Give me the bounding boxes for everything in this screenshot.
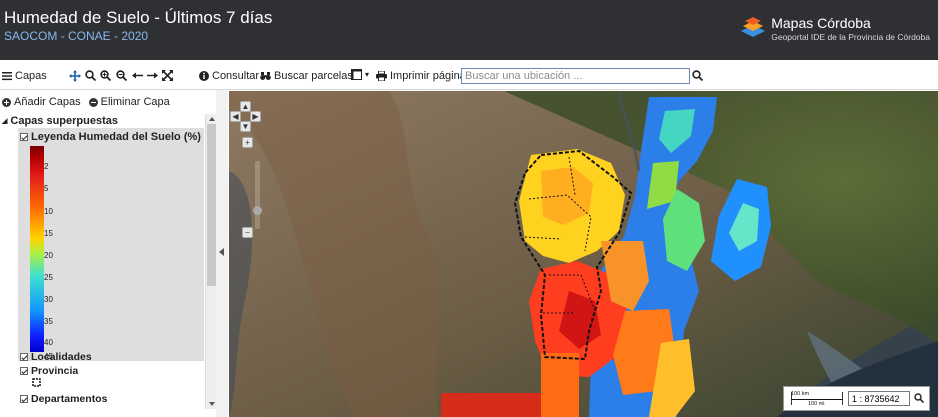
pan-icon[interactable]	[69, 70, 81, 82]
legend-tick: 40	[44, 338, 53, 347]
satellite-basemap	[229, 91, 938, 417]
buscar-parcelas-label: Buscar parcelas	[274, 70, 353, 82]
layer-departamentos[interactable]: Departamentos	[20, 393, 107, 405]
legend-tick: 10	[44, 207, 53, 216]
legend-tick: 30	[44, 295, 53, 304]
humedad-legend: Leyenda Humedad del Suelo (%) 2 5 10 15 …	[18, 128, 204, 361]
buscar-parcelas-button[interactable]: Buscar parcelas	[260, 70, 353, 82]
layers-sidebar: Añadir Capas Eliminar Capa ◢ Capas super…	[0, 90, 228, 417]
brand-logo-block[interactable]: Mapas Córdoba Geoportal IDE de la Provin…	[739, 10, 930, 46]
pan-up-button[interactable]: ▲	[240, 101, 251, 112]
overlay-group[interactable]: ◢ Capas superpuestas	[2, 115, 118, 127]
brand-logo-icon	[741, 17, 766, 37]
layer-localidades[interactable]: Localidades	[20, 351, 92, 363]
collapse-sidebar-icon[interactable]	[219, 248, 224, 256]
moisture-colorbar	[30, 146, 44, 352]
departamentos-label: Departamentos	[31, 393, 108, 405]
page-subtitle: SAOCOM - CONAE - 2020	[4, 29, 149, 43]
scale-mi-label: 100 mi	[808, 401, 825, 407]
minus-circle-icon	[88, 97, 98, 107]
legend-checkbox[interactable]	[20, 133, 28, 141]
scrollbar-thumb[interactable]	[207, 124, 216, 286]
brand-tagline: Geoportal IDE de la Provincia de Córdoba	[771, 31, 930, 42]
scale-widget: 100 km 100 mi	[783, 386, 930, 411]
sidebar-scrollbar[interactable]	[205, 114, 216, 409]
provincia-label: Provincia	[31, 365, 79, 377]
scale-bar-line	[791, 399, 843, 400]
imprimir-label: Imprimir página	[390, 70, 466, 82]
zoom-slider-knob[interactable]	[253, 206, 262, 215]
binoculars-icon	[260, 72, 271, 80]
layer-actions: Añadir Capas Eliminar Capa	[2, 96, 170, 108]
layers-menu-button[interactable]: Capas	[2, 70, 47, 82]
map-zoom-out-button[interactable]: −	[242, 227, 253, 238]
scroll-up-icon[interactable]	[209, 117, 215, 121]
app-header: Humedad de Suelo - Últimos 7 días SAOCOM…	[0, 0, 938, 60]
map-zoom-in-button[interactable]: +	[242, 137, 253, 148]
add-layers-button[interactable]: Añadir Capas	[2, 96, 81, 108]
add-layers-label: Añadir Capas	[14, 96, 81, 108]
imprimir-button[interactable]: Imprimir página	[376, 70, 466, 82]
legend-tick: 25	[44, 273, 53, 282]
remove-layer-label: Eliminar Capa	[100, 96, 170, 108]
localidades-checkbox[interactable]	[20, 353, 28, 361]
zoom-slider-track[interactable]	[255, 161, 260, 229]
layout-dropdown[interactable]: ▾	[351, 69, 369, 80]
location-search-input[interactable]	[461, 68, 690, 84]
legend-tick: 35	[44, 317, 53, 326]
legend-tick: 2	[44, 162, 49, 171]
zoom-search-icon[interactable]	[85, 70, 96, 81]
pan-down-button[interactable]: ▼	[240, 121, 251, 132]
legend-tick: 20	[44, 251, 53, 260]
overlay-group-label: Capas superpuestas	[10, 115, 118, 127]
full-extent-icon[interactable]	[162, 70, 173, 81]
scale-search-icon[interactable]	[914, 393, 924, 403]
hamburger-icon	[2, 72, 12, 81]
printer-icon	[376, 71, 387, 81]
pan-right-button[interactable]: ▶	[250, 111, 261, 122]
departamentos-checkbox[interactable]	[20, 395, 28, 403]
provincia-symbol-icon	[32, 378, 41, 387]
previous-extent-icon[interactable]	[132, 71, 143, 80]
layer-tree: ◢ Capas superpuestas Leyenda Humedad del…	[0, 114, 204, 407]
legend-tick: 15	[44, 229, 53, 238]
layers-label: Capas	[15, 70, 47, 82]
brand-name: Mapas Córdoba	[771, 14, 871, 31]
scale-km-label: 100 km	[791, 391, 810, 397]
zoom-in-icon[interactable]	[100, 70, 111, 81]
layout-icon	[351, 69, 362, 80]
next-extent-icon[interactable]	[147, 71, 158, 80]
legend-title: Leyenda Humedad del Suelo (%)	[31, 131, 201, 143]
map-view[interactable]: ▲ ◀ ▶ ▼ + − 100 km 100 mi	[229, 91, 938, 417]
zoom-out-icon[interactable]	[116, 70, 127, 81]
chevron-down-icon: ▾	[365, 70, 370, 79]
collapse-arrow-icon: ◢	[2, 118, 8, 125]
search-icon[interactable]	[692, 70, 703, 81]
legend-tick: 5	[44, 184, 49, 193]
consultar-button[interactable]: Consultar	[199, 70, 259, 82]
info-icon	[199, 71, 209, 81]
page-title: Humedad de Suelo - Últimos 7 días	[4, 8, 273, 27]
legend-title-row[interactable]: Leyenda Humedad del Suelo (%)	[20, 131, 201, 143]
scale-ratio-input[interactable]	[848, 391, 910, 406]
scroll-down-icon[interactable]	[209, 402, 215, 406]
plus-circle-icon	[2, 97, 11, 107]
localidades-label: Localidades	[31, 351, 92, 363]
remove-layer-button[interactable]: Eliminar Capa	[88, 96, 170, 108]
provincia-checkbox[interactable]	[20, 367, 28, 375]
layer-provincia[interactable]: Provincia	[20, 365, 78, 377]
consultar-label: Consultar	[212, 70, 260, 82]
pan-left-button[interactable]: ◀	[230, 111, 241, 122]
